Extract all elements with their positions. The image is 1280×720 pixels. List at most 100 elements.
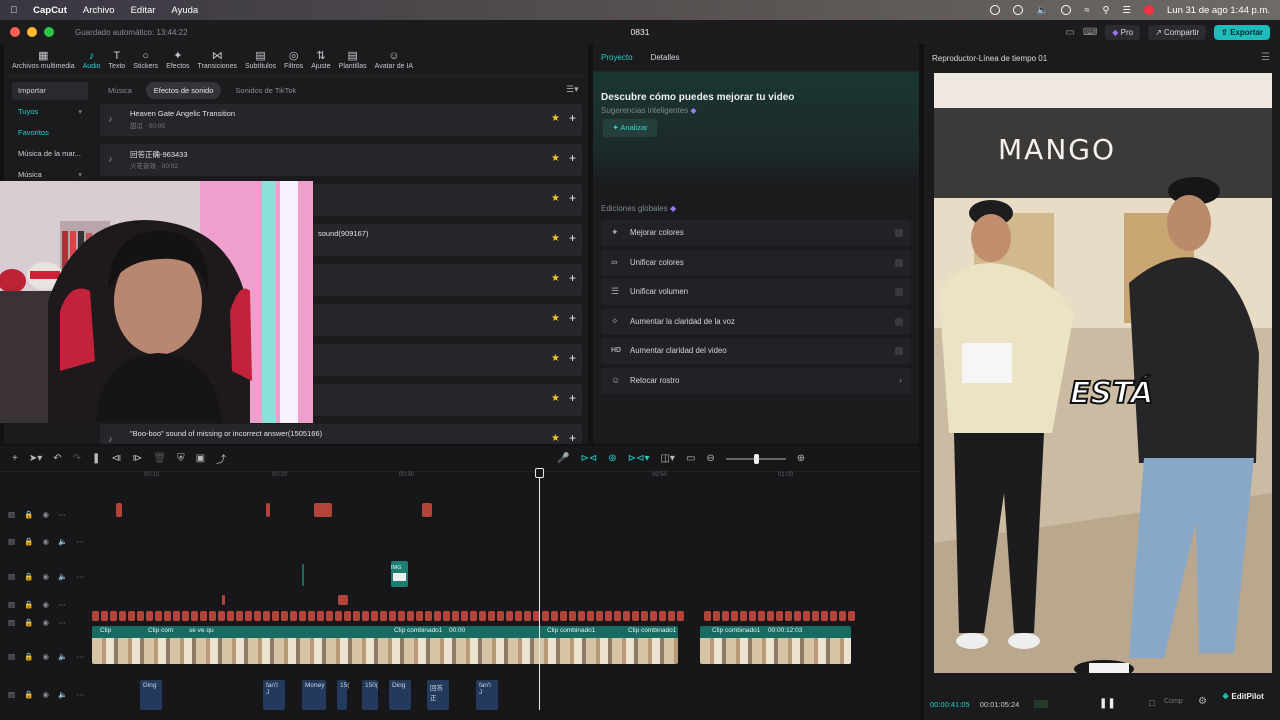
eye-icon[interactable]: ◉ — [42, 652, 49, 661]
effect-clip[interactable] — [137, 611, 144, 621]
zoom-slider[interactable] — [725, 453, 786, 464]
effect-clip[interactable] — [254, 611, 261, 621]
toggle-switch[interactable] — [895, 347, 903, 355]
effect-clip[interactable] — [605, 611, 612, 621]
effect-clip[interactable] — [569, 611, 576, 621]
video-preview[interactable]: MANGO ESTÁ — [934, 73, 1272, 673]
audio-clip[interactable]: fan'l J — [263, 680, 285, 710]
add-track-icon[interactable]: + — [12, 453, 18, 464]
effect-clip[interactable] — [650, 611, 657, 621]
analyze-button[interactable]: ✦ Analizar — [603, 119, 657, 137]
settings-icon[interactable]: ⚙ — [1198, 696, 1207, 707]
effect-clip[interactable] — [200, 611, 207, 621]
effect-clip[interactable] — [821, 611, 828, 621]
microphone-icon[interactable]: 🎤 — [557, 453, 569, 464]
effect-clip[interactable] — [362, 611, 369, 621]
lock-icon[interactable]: 🔒 — [24, 618, 33, 627]
speaker-icon[interactable]: 🔈 — [58, 652, 67, 661]
add-sound-button[interactable]: + — [569, 311, 576, 325]
effect-clip[interactable] — [245, 611, 252, 621]
menu-archivo[interactable]: Archivo — [83, 5, 115, 16]
lock-icon[interactable]: 🔒 — [24, 652, 33, 661]
toggle-switch[interactable] — [895, 229, 903, 237]
audio-clip[interactable]: 15( — [337, 680, 349, 710]
tool-avatar[interactable]: ☺ Avatar de IA — [371, 44, 417, 75]
more-icon[interactable]: ⋯ — [76, 537, 84, 546]
effect-clip[interactable] — [209, 611, 216, 621]
layout-icon[interactable]: ▭ — [1065, 27, 1074, 38]
effect-clip[interactable] — [92, 611, 99, 621]
menu-icon[interactable]: ☰ — [1261, 52, 1270, 63]
effect-clip[interactable] — [731, 611, 738, 621]
tab-efectos-sonido[interactable]: Efectos de sonido — [145, 82, 222, 99]
effect-clip[interactable] — [443, 611, 450, 621]
global-edit-2[interactable]: ∞ Unificar colores — [601, 249, 911, 276]
filter-icon[interactable]: ☰▾ — [566, 84, 579, 95]
split-right-icon[interactable]: ⧐ — [132, 453, 142, 464]
effect-clip[interactable] — [587, 611, 594, 621]
shortcuts-icon[interactable]: ⌨ — [1083, 27, 1097, 38]
playhead[interactable] — [539, 470, 540, 710]
effect-clip[interactable] — [101, 611, 108, 621]
zoom-in-icon[interactable]: ⊕ — [797, 453, 805, 464]
add-sound-button[interactable]: + — [569, 151, 576, 165]
clock[interactable]: Lun 31 de ago 1:44 p.m. — [1167, 5, 1270, 16]
effect-clip[interactable] — [389, 611, 396, 621]
effect-clip[interactable] — [542, 611, 549, 621]
effect-clip[interactable] — [758, 611, 765, 621]
effect-clip[interactable] — [794, 611, 801, 621]
tool-transition[interactable]: ⋈ Transiciones — [194, 44, 241, 75]
tool-filter[interactable]: ◎ Filtros — [280, 44, 307, 75]
effect-clip[interactable] — [398, 611, 405, 621]
effect-clip[interactable] — [314, 503, 332, 517]
effect-clip[interactable] — [848, 611, 855, 621]
effect-clip[interactable] — [596, 611, 603, 621]
magnet-icon[interactable]: ⊳⊲ — [581, 453, 598, 464]
select-tool-icon[interactable]: ➤▾ — [29, 453, 42, 464]
effect-clip[interactable] — [641, 611, 648, 621]
effect-clip[interactable] — [191, 611, 198, 621]
speaker-icon[interactable]: 🔈 — [58, 690, 67, 699]
effect-clip[interactable] — [164, 611, 171, 621]
more-icon[interactable]: ⋯ — [76, 690, 84, 699]
effect-clip[interactable] — [632, 611, 639, 621]
effect-clip[interactable] — [266, 503, 270, 517]
zoom-window-button[interactable] — [44, 27, 54, 37]
auto-cut-icon[interactable]: ⤴ — [216, 451, 226, 466]
speaker-icon[interactable]: 🔈 — [58, 572, 67, 581]
global-edit-4[interactable]: ✧ Aumentar la claridad de la voz — [601, 308, 911, 335]
effect-clip[interactable] — [344, 611, 351, 621]
eye-icon[interactable]: ◉ — [42, 537, 49, 546]
effect-clip[interactable] — [146, 611, 153, 621]
lock-icon[interactable]: 🔒 — [24, 572, 33, 581]
play-status-icon[interactable] — [1013, 5, 1024, 15]
effect-clip[interactable] — [299, 611, 306, 621]
more-icon[interactable]: ⋯ — [76, 572, 84, 581]
editpilot-button[interactable]: ❖ EditPilot — [1222, 692, 1274, 708]
audio-clip[interactable]: Ding — [140, 680, 162, 710]
effect-clip[interactable] — [338, 595, 348, 605]
effect-clip[interactable] — [155, 611, 162, 621]
effect-clip[interactable] — [110, 611, 117, 621]
effect-clip[interactable] — [182, 611, 189, 621]
effect-clip[interactable] — [767, 611, 774, 621]
speaker-icon[interactable]: 🔈 — [58, 537, 67, 546]
minimize-window-button[interactable] — [27, 27, 37, 37]
effect-clip[interactable] — [560, 611, 567, 621]
split-left-icon[interactable]: ⧏ — [111, 453, 121, 464]
zoom-out-icon[interactable]: ⊖ — [706, 453, 714, 464]
effect-clip[interactable] — [407, 611, 414, 621]
effect-clip[interactable] — [515, 611, 522, 621]
undo-icon[interactable]: ↶ — [53, 453, 61, 464]
tool-sticker[interactable]: ○ Stickers — [129, 44, 162, 75]
favorite-star-icon[interactable]: ★ — [551, 113, 560, 124]
audio-clip[interactable]: fan'l J — [476, 680, 498, 710]
audio-clip[interactable]: 回答正 — [427, 680, 449, 710]
effect-clip[interactable] — [614, 611, 621, 621]
tab-musica[interactable]: Música — [100, 82, 140, 99]
ratio-button[interactable]: Comp — [1164, 698, 1183, 705]
effect-clip[interactable] — [812, 611, 819, 621]
link-clips-icon[interactable]: ⊛ — [608, 453, 616, 464]
export-button[interactable]: ⇧ Exportar — [1214, 24, 1270, 40]
delete-icon[interactable]: 🗑 — [153, 453, 166, 464]
